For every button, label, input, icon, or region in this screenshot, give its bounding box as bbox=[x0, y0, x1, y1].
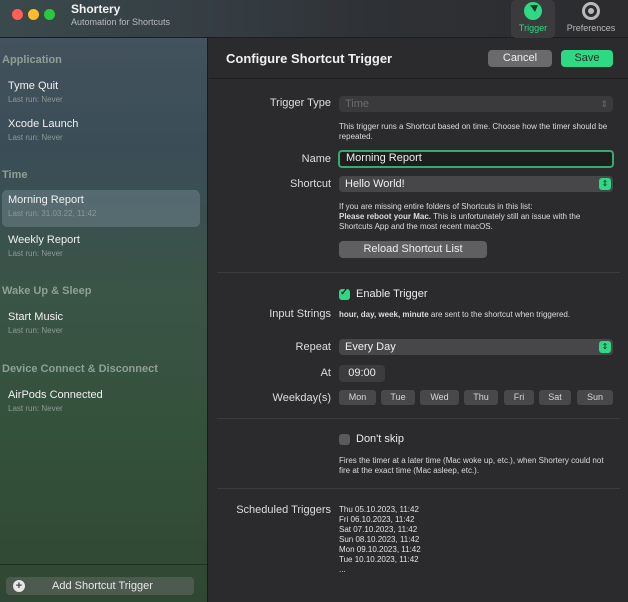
gear-icon bbox=[582, 2, 600, 20]
trigger-type-label: Trigger Type bbox=[269, 97, 331, 109]
repeat-select[interactable]: Every Day ⇕ bbox=[339, 339, 613, 355]
sidebar-item-morning-report[interactable]: Morning Report Last run: 31.03.22, 11:42 bbox=[2, 190, 200, 227]
sidebar-item-airpods-connected[interactable]: AirPods Connected Last run: Never bbox=[2, 385, 200, 422]
tab-preferences[interactable]: Preferences bbox=[559, 0, 623, 38]
sidebar-item-name: Start Music bbox=[8, 311, 64, 323]
section-divider bbox=[217, 488, 620, 489]
tab-preferences-label: Preferences bbox=[566, 23, 616, 33]
at-label: At bbox=[320, 367, 331, 379]
header-divider bbox=[209, 78, 628, 79]
checkbox-unchecked-icon bbox=[339, 434, 350, 445]
section-divider bbox=[217, 418, 620, 419]
add-shortcut-trigger-label: Add Shortcut Trigger bbox=[52, 580, 153, 592]
sidebar-item-last-run: Last run: Never bbox=[8, 95, 63, 104]
app-title: Shortery bbox=[71, 2, 121, 16]
shortcut-value: Hello World! bbox=[345, 178, 405, 190]
main-panel: Configure Shortcut Trigger Cancel Save T… bbox=[209, 38, 628, 602]
bolt-icon bbox=[524, 2, 542, 20]
weekday-wed[interactable]: Wed bbox=[420, 390, 459, 405]
weekday-fri[interactable]: Fri bbox=[504, 390, 534, 405]
time-field[interactable]: 09:00 bbox=[339, 365, 385, 382]
enable-trigger-checkbox[interactable]: Enable Trigger bbox=[339, 287, 539, 302]
scheduled-trigger-item: Mon 09.10.2023, 11:42 bbox=[339, 545, 421, 554]
trigger-type-select: Time ⇕ bbox=[339, 96, 613, 112]
sidebar-item-last-run: Last run: Never bbox=[8, 249, 63, 258]
name-field[interactable]: Morning Report bbox=[338, 150, 614, 168]
sidebar-item-last-run: Last run: 31.03.22, 11:42 bbox=[8, 209, 97, 218]
repeat-label: Repeat bbox=[295, 341, 331, 353]
section-divider bbox=[217, 272, 620, 273]
sidebar-item-last-run: Last run: Never bbox=[8, 404, 63, 413]
input-strings-label: Input Strings bbox=[269, 308, 331, 320]
close-window-button[interactable] bbox=[12, 9, 23, 20]
enable-trigger-label: Enable Trigger bbox=[356, 288, 428, 300]
scheduled-trigger-item: Sun 08.10.2023, 11:42 bbox=[339, 535, 420, 544]
shortcut-label: Shortcut bbox=[290, 178, 331, 190]
chevron-updown-icon: ⇕ bbox=[599, 341, 611, 353]
dont-skip-label: Don't skip bbox=[356, 433, 404, 445]
minimize-window-button[interactable] bbox=[28, 9, 39, 20]
cancel-button[interactable]: Cancel bbox=[488, 50, 552, 67]
sidebar-item-start-music[interactable]: Start Music Last run: Never bbox=[2, 307, 200, 344]
weekday-sun[interactable]: Sun bbox=[577, 390, 613, 405]
sidebar-item-last-run: Last run: Never bbox=[8, 326, 63, 335]
sidebar-item-name: Weekly Report bbox=[8, 234, 80, 246]
sidebar-section-application: Application bbox=[2, 54, 62, 66]
trigger-type-help: This trigger runs a Shortcut based on ti… bbox=[339, 122, 608, 141]
weekday-mon[interactable]: Mon bbox=[339, 390, 376, 405]
checkbox-checked-icon bbox=[339, 287, 350, 300]
chevron-updown-icon: ⇕ bbox=[599, 178, 611, 190]
shortcut-select[interactable]: Hello World! ⇕ bbox=[339, 176, 613, 192]
page-title: Configure Shortcut Trigger bbox=[226, 51, 393, 66]
weekday-thu[interactable]: Thu bbox=[464, 390, 498, 405]
sidebar: Application Tyme Quit Last run: Never Xc… bbox=[0, 38, 208, 602]
name-label: Name bbox=[301, 153, 331, 165]
sidebar-item-last-run: Last run: Never bbox=[8, 133, 63, 142]
scheduled-triggers-list: Thu 05.10.2023, 11:42 Fri 06.10.2023, 11… bbox=[339, 505, 421, 575]
shortcut-help-line-1: If you are missing entire folders of Sho… bbox=[339, 202, 533, 211]
repeat-value: Every Day bbox=[345, 341, 396, 353]
input-strings-rest: are sent to the shortcut when triggered. bbox=[428, 310, 571, 319]
sidebar-item-name: AirPods Connected bbox=[8, 389, 103, 401]
tab-trigger[interactable]: Trigger bbox=[511, 0, 555, 38]
plus-icon: + bbox=[13, 580, 25, 592]
scheduled-triggers-label: Scheduled Triggers bbox=[236, 504, 331, 516]
sidebar-section-device: Device Connect & Disconnect bbox=[2, 363, 158, 375]
add-shortcut-trigger-button[interactable]: + Add Shortcut Trigger bbox=[6, 577, 194, 595]
weekday-sat[interactable]: Sat bbox=[539, 390, 571, 405]
reload-shortcut-list-button[interactable]: Reload Shortcut List bbox=[339, 241, 487, 258]
sidebar-item-name: Xcode Launch bbox=[8, 118, 79, 130]
input-strings-bold: hour, day, week, minute bbox=[339, 310, 429, 319]
sidebar-item-xcode-launch[interactable]: Xcode Launch Last run: Never bbox=[2, 114, 200, 151]
sidebar-item-weekly-report[interactable]: Weekly Report Last run: Never bbox=[2, 230, 200, 267]
input-strings-help: hour, day, week, minute are sent to the … bbox=[339, 310, 609, 320]
sidebar-item-name: Morning Report bbox=[8, 194, 84, 206]
sidebar-item-name: Tyme Quit bbox=[8, 80, 59, 92]
scheduled-trigger-item: Sat 07.10.2023, 11:42 bbox=[339, 525, 418, 534]
sidebar-section-wake-sleep: Wake Up & Sleep bbox=[2, 285, 92, 297]
weekdays-label: Weekday(s) bbox=[272, 392, 331, 404]
name-field-value: Morning Report bbox=[346, 152, 422, 164]
trigger-type-value: Time bbox=[345, 98, 370, 110]
dont-skip-checkbox[interactable]: Don't skip bbox=[339, 433, 539, 447]
title-bar: Shortery Automation for Shortcuts Trigge… bbox=[0, 0, 628, 38]
scheduled-trigger-item: Fri 06.10.2023, 11:42 bbox=[339, 515, 415, 524]
weekday-tue[interactable]: Tue bbox=[381, 390, 415, 405]
shortcut-help: If you are missing entire folders of Sho… bbox=[339, 202, 615, 232]
sidebar-section-time: Time bbox=[2, 169, 28, 181]
sidebar-divider bbox=[0, 564, 208, 565]
scheduled-trigger-ellipsis: ... bbox=[339, 565, 346, 574]
zoom-window-button[interactable] bbox=[44, 9, 55, 20]
sidebar-item-tyme-quit[interactable]: Tyme Quit Last run: Never bbox=[2, 76, 200, 113]
tab-trigger-label: Trigger bbox=[518, 23, 548, 33]
chevron-updown-icon: ⇕ bbox=[600, 99, 608, 109]
scheduled-trigger-item: Tue 10.10.2023, 11:42 bbox=[339, 555, 419, 564]
shortcut-help-bold: Please reboot your Mac. bbox=[339, 212, 432, 221]
dont-skip-help: Fires the timer at a later time (Mac wok… bbox=[339, 456, 604, 475]
app-subtitle: Automation for Shortcuts bbox=[71, 17, 171, 27]
save-button[interactable]: Save bbox=[561, 50, 613, 67]
scheduled-trigger-item: Thu 05.10.2023, 11:42 bbox=[339, 505, 419, 514]
